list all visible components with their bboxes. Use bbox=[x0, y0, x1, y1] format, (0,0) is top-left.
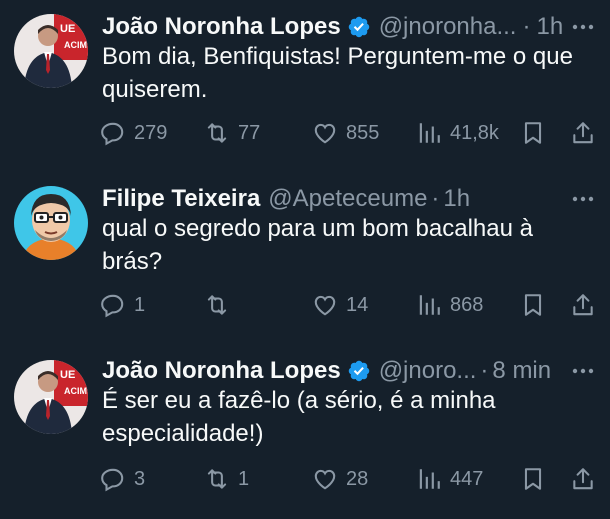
retweet-count: 77 bbox=[238, 121, 261, 144]
retweet-button[interactable]: 1 bbox=[204, 462, 249, 496]
separator-dot: · bbox=[480, 357, 489, 384]
reply-icon bbox=[101, 294, 124, 318]
views-button[interactable]: 868 bbox=[416, 288, 483, 322]
author-name[interactable]: João Noronha Lopes bbox=[102, 13, 341, 41]
avatar-filipe[interactable] bbox=[14, 186, 88, 260]
bookmark-button[interactable] bbox=[520, 462, 546, 496]
author-name[interactable]: Filipe Teixeira bbox=[102, 185, 260, 213]
reply-icon bbox=[101, 468, 124, 492]
like-button[interactable]: 14 bbox=[312, 288, 368, 322]
bookmark-button[interactable] bbox=[520, 288, 546, 322]
tweet-header: João Noronha Lopes @jnoronha... · 1h bbox=[102, 10, 610, 44]
share-icon bbox=[573, 294, 593, 316]
share-button[interactable] bbox=[570, 462, 596, 496]
bookmark-icon bbox=[524, 468, 542, 490]
tweet-text: É ser eu a fazê-lo (a sério, é a minha e… bbox=[102, 387, 496, 447]
share-button[interactable] bbox=[570, 288, 596, 322]
avatar-filipe-image bbox=[14, 186, 88, 260]
views-count: 868 bbox=[450, 293, 484, 316]
avatar-joao[interactable]: UE ACIM bbox=[14, 14, 88, 88]
views-button[interactable]: 447 bbox=[416, 462, 483, 496]
heart-icon bbox=[314, 469, 336, 490]
tweet-header: Filipe Teixeira @Apeteceume · 1h bbox=[102, 182, 610, 216]
views-count: 41,8k bbox=[450, 121, 499, 144]
share-icon bbox=[573, 468, 593, 490]
like-count: 14 bbox=[346, 293, 369, 316]
reply-icon bbox=[101, 122, 124, 146]
like-button[interactable]: 855 bbox=[312, 116, 379, 150]
views-chart-icon bbox=[419, 295, 440, 315]
reply-count: 1 bbox=[134, 293, 146, 316]
tweet-actions: 3 1 28 447 bbox=[100, 462, 610, 496]
timestamp[interactable]: 1h bbox=[536, 13, 563, 41]
svg-text:UE: UE bbox=[60, 23, 75, 35]
reply-count: 3 bbox=[134, 467, 146, 490]
retweet-button[interactable] bbox=[204, 288, 238, 322]
like-count: 28 bbox=[346, 467, 369, 490]
views-chart-icon bbox=[419, 469, 440, 489]
more-options-icon[interactable] bbox=[570, 362, 596, 380]
author-handle[interactable]: @jnoro... bbox=[379, 357, 477, 385]
heart-icon bbox=[314, 295, 336, 316]
tweet-text: Bom dia, Benfiquistas! Perguntem-me o qu… bbox=[102, 43, 573, 103]
reply-button[interactable]: 1 bbox=[100, 288, 145, 322]
more-options-icon[interactable] bbox=[570, 18, 596, 36]
tweet-actions: 1 14 868 bbox=[100, 288, 610, 322]
tweet-header: João Noronha Lopes @jnoro... · 8 min bbox=[102, 354, 610, 388]
timestamp[interactable]: 1h bbox=[443, 185, 470, 213]
avatar-joao-image: UE ACIM bbox=[14, 14, 88, 88]
author-handle[interactable]: @jnoronha... bbox=[379, 13, 517, 41]
views-count: 447 bbox=[450, 467, 484, 490]
reply-button[interactable]: 3 bbox=[100, 462, 145, 496]
author-name[interactable]: João Noronha Lopes bbox=[102, 357, 341, 385]
verified-badge-icon bbox=[348, 360, 369, 382]
retweet-icon bbox=[207, 123, 227, 143]
like-count: 855 bbox=[346, 121, 380, 144]
views-chart-icon bbox=[419, 123, 440, 143]
reply-button[interactable]: 279 bbox=[100, 116, 167, 150]
separator-dot: · bbox=[431, 185, 440, 212]
more-options-icon[interactable] bbox=[570, 190, 596, 208]
share-icon bbox=[573, 122, 593, 144]
views-button[interactable]: 41,8k bbox=[416, 116, 499, 150]
avatar-joao-image: UE ACIM bbox=[14, 360, 88, 434]
bookmark-icon bbox=[524, 122, 542, 144]
retweet-count: 1 bbox=[238, 467, 250, 490]
share-button[interactable] bbox=[570, 116, 596, 150]
separator-dot: · bbox=[522, 13, 531, 40]
bookmark-icon bbox=[524, 294, 542, 316]
retweet-button[interactable]: 77 bbox=[204, 116, 260, 150]
bookmark-button[interactable] bbox=[520, 116, 546, 150]
svg-text:ACIM: ACIM bbox=[64, 386, 87, 396]
timestamp[interactable]: 8 min bbox=[492, 357, 551, 385]
author-handle[interactable]: @Apeteceume bbox=[268, 185, 427, 213]
reply-count: 279 bbox=[134, 121, 168, 144]
retweet-icon bbox=[207, 295, 227, 315]
tweet-text: qual o segredo para um bom bacalhau à br… bbox=[102, 215, 533, 275]
heart-icon bbox=[314, 123, 336, 144]
verified-badge-icon bbox=[348, 16, 369, 38]
retweet-icon bbox=[207, 469, 227, 489]
svg-text:UE: UE bbox=[60, 369, 75, 381]
like-button[interactable]: 28 bbox=[312, 462, 368, 496]
svg-text:ACIM: ACIM bbox=[64, 40, 87, 50]
tweet-actions: 279 77 855 41,8k bbox=[100, 116, 610, 150]
avatar-joao[interactable]: UE ACIM bbox=[14, 360, 88, 434]
